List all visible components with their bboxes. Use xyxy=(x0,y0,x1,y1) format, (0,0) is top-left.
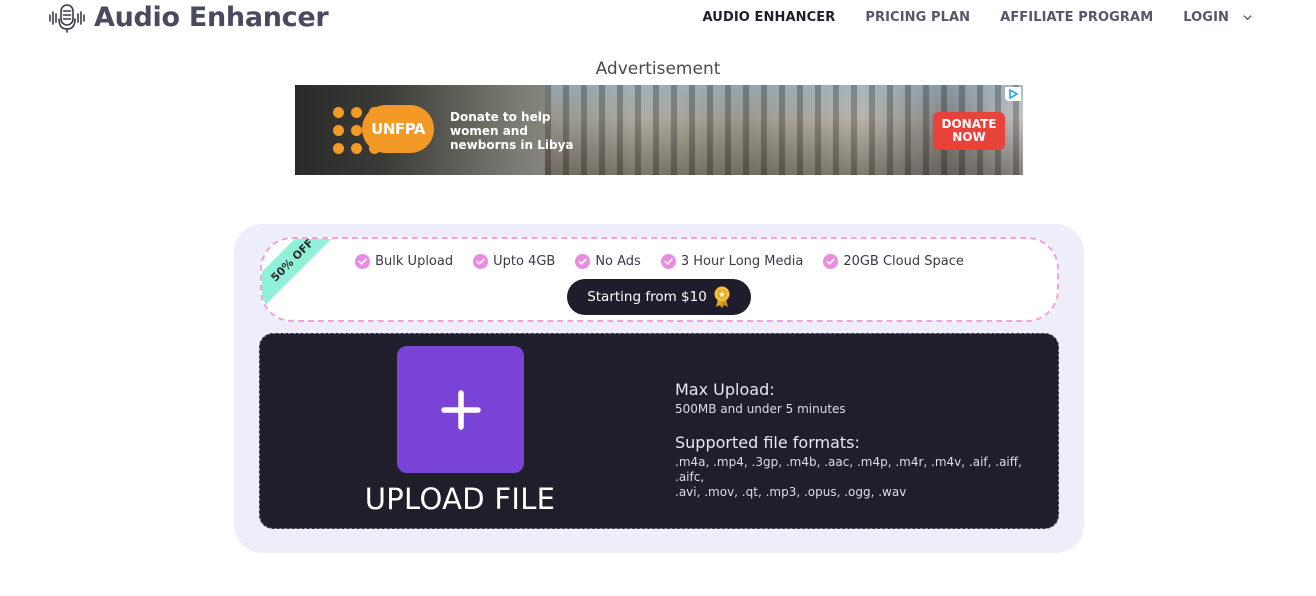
app-title: Audio Enhancer xyxy=(94,2,329,33)
formats-list: .m4a, .mp4, .3gp, .m4b, .aac, .m4p, .m4r… xyxy=(675,455,1045,500)
nav-audio-enhancer[interactable]: AUDIO ENHANCER xyxy=(703,10,836,25)
feature-label: Bulk Upload xyxy=(375,254,454,269)
unfpa-logo: UNFPA xyxy=(362,105,434,153)
upload-file-button[interactable] xyxy=(397,346,524,473)
microphone-waveform-icon xyxy=(49,3,85,33)
ad-text-line: Donate to help xyxy=(450,110,551,124)
feature-item: 20GB Cloud Space xyxy=(823,254,964,269)
feature-label: Upto 4GB xyxy=(493,254,556,269)
check-circle-icon xyxy=(660,254,676,269)
nav-pricing-plan[interactable]: PRICING PLAN xyxy=(865,10,970,25)
donate-line: NOW xyxy=(952,130,986,144)
feature-label: 3 Hour Long Media xyxy=(680,254,804,269)
feature-list: Bulk Upload Upto 4GB No Ads 3 Hour Long … xyxy=(262,254,1057,269)
ad-text-line: newborns in Libya xyxy=(450,138,574,152)
plus-icon xyxy=(440,389,481,430)
pricing-button[interactable]: Starting from $10 xyxy=(567,279,751,315)
max-upload-value: 500MB and under 5 minutes xyxy=(675,402,846,416)
check-circle-icon xyxy=(473,254,489,269)
ad-text-line: women and xyxy=(450,124,528,138)
file-dropzone[interactable]: UPLOAD FILE Max Upload: 500MB and under … xyxy=(259,333,1059,529)
check-circle-icon xyxy=(355,254,371,269)
formats-line: .avi, .mov, .qt, .mp3, .opus, .ogg, .wav xyxy=(675,485,907,499)
pricing-button-label: Starting from $10 xyxy=(587,289,707,305)
formats-line: .m4a, .mp4, .3gp, .m4b, .aac, .m4p, .m4r… xyxy=(675,455,1022,484)
main-nav: AUDIO ENHANCER PRICING PLAN AFFILIATE PR… xyxy=(703,10,1252,25)
upload-file-label[interactable]: UPLOAD FILE xyxy=(340,482,580,516)
donate-now-button[interactable]: DONATE NOW xyxy=(933,112,1005,150)
nav-login-label: LOGIN xyxy=(1183,10,1229,25)
feature-item: Upto 4GB xyxy=(473,254,555,269)
feature-item: No Ads xyxy=(575,254,641,269)
nav-login[interactable]: LOGIN xyxy=(1183,10,1252,25)
check-circle-icon xyxy=(575,254,591,269)
top-navbar: Audio Enhancer AUDIO ENHANCER PRICING PL… xyxy=(0,0,1316,40)
discount-ribbon: 50% OFF xyxy=(262,239,344,312)
premium-promo: 50% OFF Bulk Upload Upto 4GB No Ads 3 Ho… xyxy=(260,237,1059,322)
max-upload-title: Max Upload: xyxy=(675,380,775,399)
advertisement-label: Advertisement xyxy=(595,59,721,79)
feature-item: Bulk Upload xyxy=(355,254,453,269)
upload-info: Max Upload: 500MB and under 5 minutes Su… xyxy=(675,380,1045,500)
ad-text: Donate to help women and newborns in Lib… xyxy=(450,110,574,152)
ad-banner[interactable]: UNFPA Donate to help women and newborns … xyxy=(295,85,1023,175)
check-circle-icon xyxy=(823,254,839,269)
nav-affiliate-program[interactable]: AFFILIATE PROGRAM xyxy=(1000,10,1153,25)
feature-label: 20GB Cloud Space xyxy=(843,254,964,269)
brand[interactable]: Audio Enhancer xyxy=(48,2,329,33)
award-medal-icon xyxy=(714,286,730,308)
chevron-down-icon xyxy=(1243,15,1252,21)
adchoices-icon[interactable] xyxy=(1005,87,1021,101)
feature-label: No Ads xyxy=(595,254,641,269)
upload-card: 50% OFF Bulk Upload Upto 4GB No Ads 3 Ho… xyxy=(234,224,1084,553)
feature-item: 3 Hour Long Media xyxy=(660,254,804,269)
formats-title: Supported file formats: xyxy=(675,433,860,452)
